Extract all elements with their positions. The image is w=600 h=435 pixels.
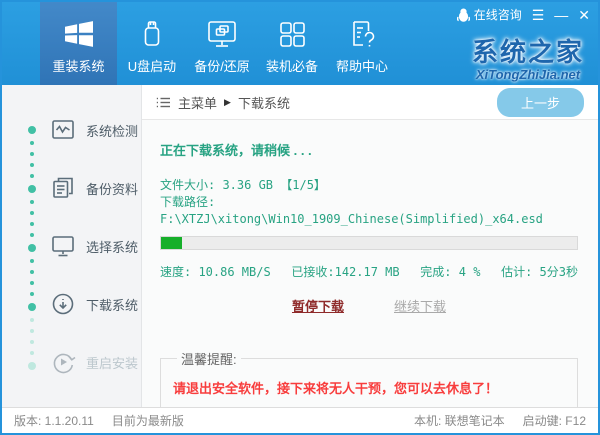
sidebar-item-label: 下载系统: [86, 295, 138, 314]
progress-bar: [160, 236, 578, 250]
restart-install-icon: [50, 349, 76, 375]
app-grid-icon: [275, 19, 309, 49]
download-panel: 正在下载系统，请稍候 . . . 文件大小: 3.36 GB 【1/5】 下载路…: [142, 120, 598, 412]
speed-text: 速度: 10.86 MB/S: [160, 263, 271, 280]
notice-box: 温馨提醒: 请退出安全软件，接下来将无人干预，您可以去休息了！: [160, 349, 578, 412]
breadcrumb: 主菜单 ▶ 下载系统: [156, 93, 290, 112]
resume-download-link[interactable]: 继续下载: [394, 296, 446, 315]
sidebar-item-select-system[interactable]: 选择系统: [2, 217, 141, 275]
progress-fill: [161, 237, 182, 249]
sidebar-item-label: 选择系统: [86, 237, 138, 256]
notice-title: 温馨提醒:: [177, 349, 241, 368]
boot-key-text: 启动键: F12: [523, 412, 586, 429]
brand-logo: 系统之家 XiTongZhiJia.net: [472, 32, 584, 82]
sidebar-steps: 系统检测 备份资料: [2, 85, 142, 407]
received-text: 已接收:142.17 MB: [291, 263, 399, 280]
breadcrumb-arrow-icon: ▶: [224, 97, 231, 108]
header: 在线咨询 ☰ — ✕ 重装系统: [2, 2, 598, 85]
backup-data-icon: [50, 175, 76, 201]
nav-item-label: 备份/还原: [194, 56, 250, 75]
select-system-icon: [50, 233, 76, 259]
sidebar-item-label: 重启安装: [86, 353, 138, 372]
breadcrumb-root[interactable]: 主菜单: [178, 93, 217, 112]
breadcrumb-bar: 主菜单 ▶ 下载系统 上一步: [142, 85, 598, 120]
back-button[interactable]: 上一步: [497, 88, 584, 117]
nav-item-label: 装机必备: [266, 56, 318, 75]
status-bar: 版本: 1.1.20.11 目前为最新版 本机: 联想笔记本 启动键: F12: [2, 407, 598, 433]
close-icon[interactable]: ✕: [578, 8, 590, 22]
notice-message: 请退出安全软件，接下来将无人干预，您可以去休息了！: [173, 378, 565, 397]
download-path-text: 下载路径: F:\XTZJ\xitong\Win10_1909_Chinese(…: [160, 194, 578, 228]
nav-item-reinstall-system[interactable]: 重装系统: [40, 2, 117, 85]
titlebar: 在线咨询 ☰ — ✕: [457, 6, 590, 23]
sidebar-item-label: 系统检测: [86, 121, 138, 140]
hamburger-menu-icon[interactable]: ☰: [532, 8, 545, 22]
usb-drive-icon: [135, 19, 169, 49]
sidebar-item-download-system[interactable]: 下载系统: [2, 275, 141, 333]
list-icon: [156, 96, 171, 109]
windows-logo-icon: [62, 19, 96, 49]
download-status-text: 正在下载系统，请稍候 . . .: [160, 140, 578, 159]
version-text: 版本: 1.1.20.11: [14, 412, 94, 429]
file-size-text: 文件大小: 3.36 GB 【1/5】: [160, 177, 578, 194]
nav-item-label: 帮助中心: [336, 56, 388, 75]
help-doc-icon: [345, 19, 379, 49]
system-check-icon: [50, 117, 76, 143]
app-window: 在线咨询 ☰ — ✕ 重装系统: [0, 0, 600, 435]
complete-text: 完成: 4 %: [420, 263, 480, 280]
sidebar-item-restart-install[interactable]: 重启安装: [2, 333, 141, 391]
nav-item-essential-software[interactable]: 装机必备: [257, 2, 327, 85]
nav-item-backup-restore[interactable]: 备份/还原: [187, 2, 257, 85]
minimize-icon[interactable]: —: [554, 8, 568, 22]
eta-text: 估计: 5分3秒: [501, 263, 578, 280]
nav-item-help-center[interactable]: 帮助中心: [327, 2, 397, 85]
download-system-icon: [50, 291, 76, 317]
sidebar-item-backup-data[interactable]: 备份资料: [2, 159, 141, 217]
qq-penguin-icon: [457, 8, 470, 22]
nav-item-usb-boot[interactable]: U盘启动: [117, 2, 187, 85]
machine-text: 本机: 联想笔记本: [414, 412, 505, 429]
latest-version-text: 目前为最新版: [112, 412, 184, 429]
progress-dots: [28, 126, 36, 370]
online-support-label: 在线咨询: [474, 6, 522, 23]
backup-restore-icon: [205, 19, 239, 49]
pause-download-link[interactable]: 暂停下载: [292, 296, 344, 315]
sidebar-item-system-check[interactable]: 系统检测: [2, 101, 141, 159]
nav-item-label: U盘启动: [128, 56, 176, 75]
online-support-button[interactable]: 在线咨询: [457, 6, 522, 23]
breadcrumb-current: 下载系统: [238, 93, 290, 112]
brand-logo-en: XiTongZhiJia.net: [472, 67, 584, 82]
sidebar-item-label: 备份资料: [86, 179, 138, 198]
nav-item-label: 重装系统: [52, 56, 104, 75]
main-nav: 重装系统 U盘启动: [40, 2, 397, 85]
brand-logo-cn: 系统之家: [472, 32, 584, 69]
download-stats: 速度: 10.86 MB/S 已接收:142.17 MB 完成: 4 % 估计:…: [160, 263, 578, 280]
